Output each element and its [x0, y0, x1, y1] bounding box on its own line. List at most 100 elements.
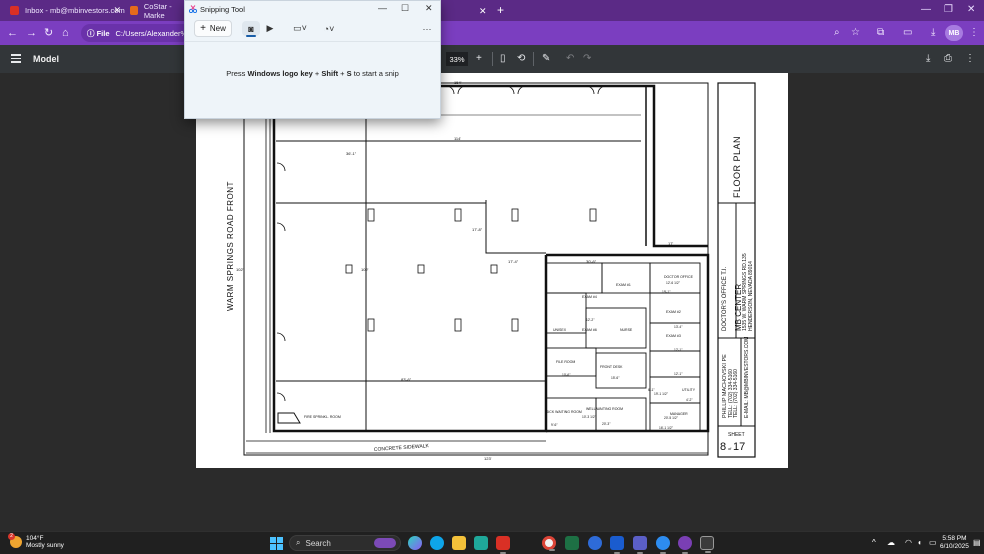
- forward-button[interactable]: →: [26, 26, 37, 40]
- undo-button[interactable]: ↶: [566, 52, 574, 66]
- back-button[interactable]: ←: [7, 26, 18, 40]
- tab-costar[interactable]: CoStar - Marke: [130, 0, 188, 21]
- project-line-1: DOCTOR'S OFFICE T.I.: [722, 266, 728, 331]
- new-snip-label: New: [209, 24, 226, 33]
- dim-left-side: 102': [236, 267, 244, 272]
- extensions-icon[interactable]: ⧉: [877, 27, 884, 39]
- snip-close-button[interactable]: ✕: [425, 3, 433, 14]
- partition-wall: [276, 202, 546, 254]
- teams-icon[interactable]: [633, 536, 647, 554]
- rotate-icon[interactable]: ⟲: [517, 52, 525, 66]
- weather-widget[interactable]: 2 104°F Mostly sunny: [8, 533, 64, 549]
- fit-page-icon[interactable]: ▯: [500, 52, 506, 66]
- designer-line-4: E-MAIL: MB@MBINVESTORS.COM: [744, 337, 750, 418]
- downloads-icon[interactable]: ⤓: [931, 27, 935, 39]
- redo-button[interactable]: ↷: [583, 52, 591, 66]
- file-chip-label: File: [96, 28, 110, 38]
- sheet-number: 8: [720, 441, 726, 453]
- snip-instructions: Press Windows logo key + Shift + S to st…: [185, 69, 440, 78]
- zoom-search-icon[interactable]: ⌕: [834, 27, 840, 39]
- pdf-more-button[interactable]: ⋮: [965, 52, 975, 66]
- video-mode-button[interactable]: ▶: [262, 21, 278, 36]
- instruction-text: to start a snip: [351, 69, 399, 78]
- snipping-tool-taskbar-icon[interactable]: [700, 536, 714, 553]
- home-button[interactable]: ⌂: [62, 26, 69, 40]
- camera-icon: ◙: [248, 23, 254, 34]
- app-a-icon[interactable]: [474, 536, 488, 550]
- costar-icon: [130, 6, 138, 15]
- zoom-level-field[interactable]: 33%: [446, 52, 468, 66]
- bookmark-star-icon[interactable]: ☆: [851, 27, 860, 39]
- room-dim: 19'-1": [662, 290, 671, 294]
- copilot-icon[interactable]: [408, 536, 422, 550]
- close-window-button[interactable]: ✕: [967, 4, 975, 15]
- weather-temp: 104°F: [26, 535, 44, 542]
- address-bar[interactable]: ⓘ File C:/Users/Alexander%2: [81, 24, 191, 42]
- print-button[interactable]: ⎙: [944, 52, 952, 66]
- sidebar-icon[interactable]: ▭: [903, 27, 912, 39]
- edge-icon[interactable]: [430, 536, 444, 550]
- room-label: FRONT DESK: [600, 365, 623, 369]
- building-wall: [546, 253, 710, 433]
- app-circle-icon[interactable]: [588, 536, 602, 550]
- maximize-window-button[interactable]: ❐: [944, 4, 953, 15]
- sheet-total: 17: [733, 441, 745, 453]
- chrome-icon[interactable]: [542, 536, 556, 551]
- acrobat-icon[interactable]: [496, 536, 510, 554]
- room-dim: 12'-2": [586, 318, 595, 322]
- file-explorer-icon[interactable]: [452, 536, 466, 550]
- room-dim: 20'-5 1/2": [664, 416, 679, 420]
- notifications-icon[interactable]: ▤: [973, 538, 981, 547]
- chrome-profile-icon[interactable]: [656, 536, 670, 554]
- new-tab-button[interactable]: +: [497, 3, 504, 17]
- close-tab-icon[interactable]: ✕: [479, 6, 487, 17]
- profile-avatar[interactable]: MB: [945, 25, 963, 41]
- rectangle-snip-icon: ▭˅: [293, 23, 307, 33]
- file-chip[interactable]: ⓘ File: [87, 28, 110, 39]
- room-dim: 10'-6": [562, 373, 571, 377]
- screenshot-mode-button[interactable]: ◙: [242, 21, 260, 37]
- door-swings: [276, 85, 607, 402]
- room-dim: 13'-4": [674, 325, 683, 329]
- download-button[interactable]: ⤓: [926, 52, 930, 66]
- excel-icon[interactable]: [565, 536, 579, 550]
- zoom-in-button[interactable]: +: [476, 52, 482, 66]
- browser-menu-icon[interactable]: ⋮: [969, 27, 979, 39]
- clock[interactable]: 5:58 PM 6/10/2025: [940, 535, 969, 551]
- chrome-purple-icon[interactable]: [678, 536, 692, 554]
- start-button[interactable]: [270, 537, 283, 550]
- new-snip-button[interactable]: + New: [194, 20, 232, 37]
- reload-button[interactable]: ↻: [44, 26, 53, 40]
- tab-title: Inbox - mb@mbinvestors.com: [25, 6, 125, 15]
- pdf-page[interactable]: WARM SPRINGS ROAD FRONT CONCRETE SIDEWAL…: [196, 73, 788, 468]
- notification-badge: 2: [8, 533, 15, 540]
- close-tab-icon[interactable]: ✕: [113, 6, 121, 15]
- tab-inbox[interactable]: Inbox - mb@mbinvestors.com ✕: [10, 0, 125, 21]
- minimize-window-button[interactable]: —: [921, 4, 931, 15]
- snip-minimize-button[interactable]: —: [378, 3, 387, 13]
- snipping-tool-window[interactable]: Snipping Tool — ☐ ✕ + New ◙ ▶ ▭˅ ◔˅ ··· …: [184, 0, 441, 119]
- left-windows: [265, 93, 271, 433]
- fire-sprinkler-room: [277, 412, 301, 424]
- instruction-key: Shift: [321, 69, 339, 78]
- annotate-pen-icon[interactable]: ✎: [542, 52, 550, 66]
- taskbar-search[interactable]: ⌕ Search: [289, 535, 401, 551]
- tab-strip: Inbox - mb@mbinvestors.com ✕ CoStar - Ma…: [0, 0, 984, 21]
- room-label: EXAM #6: [582, 328, 597, 332]
- more-icon: ···: [422, 23, 432, 34]
- hamburger-menu-icon[interactable]: [11, 54, 21, 65]
- snip-maximize-button[interactable]: ☐: [401, 3, 409, 14]
- battery-icon[interactable]: ▭: [929, 538, 937, 547]
- snip-delay-dropdown[interactable]: ◔˅: [318, 21, 340, 36]
- snip-more-button[interactable]: ···: [419, 21, 435, 36]
- volume-icon[interactable]: ◖: [917, 538, 922, 547]
- designer-line-3: TELL: (702) 334-5160: [733, 369, 739, 418]
- tray-overflow-icon[interactable]: ^: [872, 538, 876, 547]
- snipping-tool-logo-icon: [189, 5, 197, 13]
- snip-shape-dropdown[interactable]: ▭˅: [289, 21, 311, 36]
- wifi-icon[interactable]: ◠: [905, 538, 912, 547]
- cloud-icon[interactable]: ☁: [887, 538, 895, 547]
- instruction-text: Press: [226, 69, 248, 78]
- outlook-icon[interactable]: [610, 536, 624, 554]
- clock-time: 5:58 PM: [942, 535, 967, 542]
